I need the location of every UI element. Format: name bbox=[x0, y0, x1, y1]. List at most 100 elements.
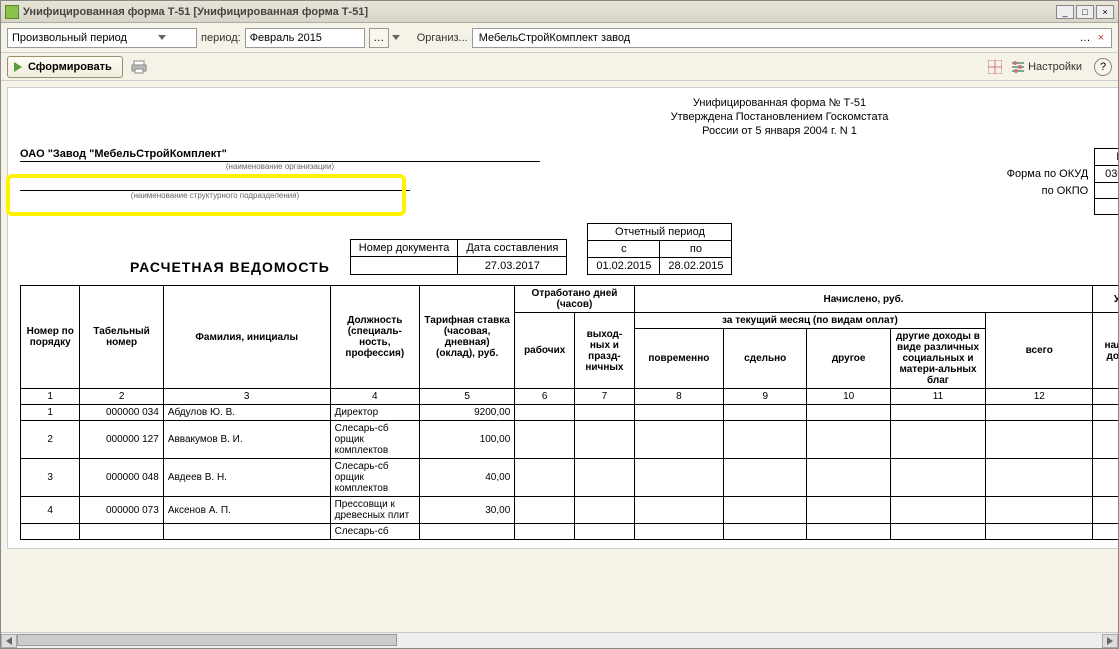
okpo-code bbox=[1095, 183, 1118, 199]
col-2: Табельный номер bbox=[80, 286, 163, 389]
period-value-dropdown-icon[interactable] bbox=[392, 30, 400, 46]
titlebar: Унифицированная форма Т-51 [Унифицирован… bbox=[1, 1, 1118, 23]
grid-button[interactable] bbox=[985, 57, 1005, 77]
select-icon: … bbox=[1080, 32, 1091, 44]
scroll-left-button[interactable] bbox=[1, 634, 17, 648]
cell-pos: Директор bbox=[330, 405, 419, 421]
print-icon bbox=[131, 59, 147, 75]
cell-8 bbox=[634, 497, 723, 524]
cell-10 bbox=[807, 405, 890, 421]
table-row: Слесарь-сб bbox=[21, 524, 1119, 540]
colnum-10: 10 bbox=[807, 389, 890, 405]
cell-n: 3 bbox=[21, 459, 80, 497]
horizontal-scrollbar[interactable] bbox=[1, 632, 1118, 648]
cell-11 bbox=[890, 459, 985, 497]
scroll-thumb[interactable] bbox=[17, 634, 397, 646]
cell-fio: Авдеев В. Н. bbox=[163, 459, 330, 497]
period-type-input[interactable] bbox=[12, 32, 154, 44]
col-accrued-sub: за текущий месяц (по видам оплат) bbox=[634, 313, 985, 329]
run-label: Сформировать bbox=[28, 61, 112, 73]
col-7: выход-ных и празд-ничных bbox=[575, 313, 635, 389]
cell-12 bbox=[986, 524, 1093, 540]
play-icon bbox=[14, 62, 22, 72]
cell-9 bbox=[724, 497, 807, 524]
period-type-dropdown-icon[interactable] bbox=[154, 30, 170, 46]
cell-13 bbox=[1093, 497, 1118, 524]
cell-10 bbox=[807, 497, 890, 524]
period-picker-button[interactable]: … bbox=[369, 28, 389, 48]
col-9: сдельно bbox=[724, 329, 807, 389]
cell-6 bbox=[515, 497, 575, 524]
period-value-combo[interactable] bbox=[245, 28, 365, 48]
cell-6 bbox=[515, 405, 575, 421]
org-clear-button[interactable]: × bbox=[1093, 30, 1109, 46]
cell-n: 1 bbox=[21, 405, 80, 421]
okpo-label: по ОКПО bbox=[997, 183, 1095, 199]
cell-pos: Слесарь-сб орщик комплектов bbox=[330, 459, 419, 497]
minimize-button[interactable]: _ bbox=[1056, 5, 1074, 19]
table-row: 1000000 034Абдулов Ю. В.Директор9200,00 bbox=[21, 405, 1119, 421]
colnum-7: 7 bbox=[575, 389, 635, 405]
close-button[interactable]: × bbox=[1096, 5, 1114, 19]
cell-13 bbox=[1093, 524, 1118, 540]
dept-caption: (наименование структурного подразделения… bbox=[20, 191, 410, 200]
colnum-6: 6 bbox=[515, 389, 575, 405]
colnum-9: 9 bbox=[724, 389, 807, 405]
cell-12 bbox=[986, 497, 1093, 524]
org-select-button[interactable]: … bbox=[1077, 30, 1093, 46]
okud-code: 0301010 bbox=[1095, 166, 1118, 183]
scroll-right-button[interactable] bbox=[1102, 634, 1118, 648]
dept-line bbox=[20, 177, 410, 191]
cell-12 bbox=[986, 459, 1093, 497]
docdate-header: Дата составления bbox=[458, 240, 567, 257]
document-page: Унифицированная форма № Т-51 Утверждена … bbox=[7, 87, 1118, 549]
grid-icon bbox=[988, 60, 1002, 74]
cell-pos: Прессовщи к древесных плит bbox=[330, 497, 419, 524]
cell-tab: 000000 048 bbox=[80, 459, 163, 497]
cell-8 bbox=[634, 459, 723, 497]
header-line-2: Утверждена Постановлением Госкомстата bbox=[400, 110, 1118, 124]
col-1: Номер по порядку bbox=[21, 286, 80, 389]
col-10: другое bbox=[807, 329, 890, 389]
col-6: рабочих bbox=[515, 313, 575, 389]
help-button[interactable]: ? bbox=[1094, 58, 1112, 76]
docnum-header: Номер документа bbox=[350, 240, 458, 257]
clear-icon: × bbox=[1098, 32, 1104, 44]
report-to-header: по bbox=[660, 241, 732, 258]
cell-7 bbox=[575, 459, 635, 497]
print-button[interactable] bbox=[129, 57, 149, 77]
code-table: Код Форма по ОКУД0301010 по ОКПО bbox=[997, 148, 1118, 215]
report-period-header: Отчетный период bbox=[588, 224, 732, 241]
cell-13 bbox=[1093, 421, 1118, 459]
col-5: Тарифная ставка (часовая, дневная) (окла… bbox=[419, 286, 514, 389]
period-label: период: bbox=[201, 32, 241, 44]
org-combo[interactable]: … × bbox=[472, 28, 1112, 48]
cell-7 bbox=[575, 405, 635, 421]
run-button[interactable]: Сформировать bbox=[7, 56, 123, 78]
cell-fio: Абдулов Ю. В. bbox=[163, 405, 330, 421]
cell-9 bbox=[724, 459, 807, 497]
document-area[interactable]: Унифицированная форма № Т-51 Утверждена … bbox=[1, 81, 1118, 632]
cell-rate: 100,00 bbox=[419, 421, 514, 459]
settings-button[interactable]: Настройки bbox=[1011, 60, 1082, 74]
settings-label: Настройки bbox=[1028, 61, 1082, 73]
extra-code bbox=[1095, 199, 1118, 215]
app-icon bbox=[5, 5, 19, 19]
colnum-4: 4 bbox=[330, 389, 419, 405]
cell-11 bbox=[890, 405, 985, 421]
colnum-12: 12 bbox=[986, 389, 1093, 405]
col-13: налог на доходы bbox=[1093, 313, 1118, 389]
org-input[interactable] bbox=[477, 31, 1077, 45]
cell-8 bbox=[634, 421, 723, 459]
maximize-button[interactable]: □ bbox=[1076, 5, 1094, 19]
cell-6 bbox=[515, 524, 575, 540]
org-caption: (наименование организации) bbox=[20, 162, 540, 171]
header-line-1: Унифицированная форма № Т-51 bbox=[400, 96, 1118, 110]
period-type-combo[interactable] bbox=[7, 28, 197, 48]
cell-13 bbox=[1093, 405, 1118, 421]
scroll-track[interactable] bbox=[17, 634, 1102, 648]
cell-tab bbox=[80, 524, 163, 540]
form-header: Унифицированная форма № Т-51 Утверждена … bbox=[400, 96, 1118, 138]
colnum-8: 8 bbox=[634, 389, 723, 405]
cell-10 bbox=[807, 421, 890, 459]
